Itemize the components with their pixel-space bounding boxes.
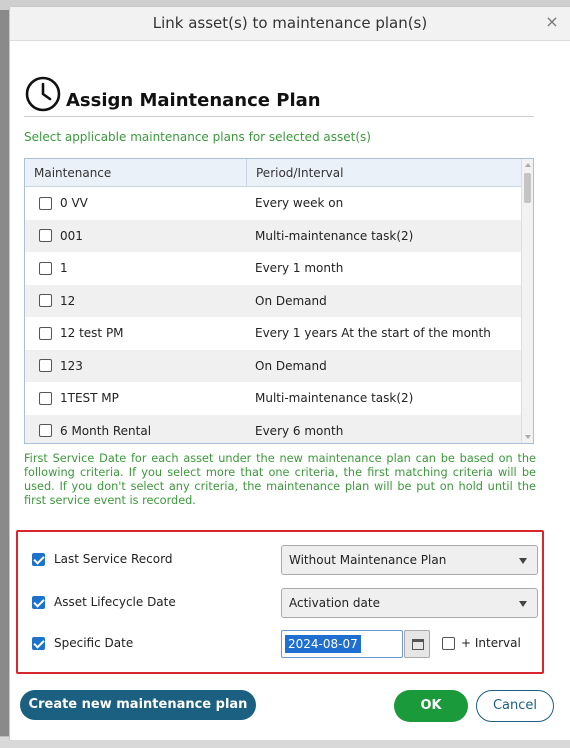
scroll-down-icon[interactable]: [525, 435, 531, 439]
chevron-down-icon: [519, 558, 527, 564]
cancel-button[interactable]: Cancel: [476, 690, 554, 722]
column-header-maintenance[interactable]: Maintenance: [25, 159, 247, 186]
maintenance-cell: 12: [25, 294, 247, 308]
period-cell: On Demand: [255, 358, 327, 373]
create-maintenance-plan-button[interactable]: Create new maintenance plan: [20, 690, 256, 720]
clock-icon: [25, 76, 61, 112]
row-checkbox[interactable]: [39, 229, 52, 243]
scroll-up-icon[interactable]: [525, 163, 531, 167]
table-scrollbar[interactable]: [521, 159, 533, 443]
column-header-period[interactable]: Period/Interval: [247, 159, 533, 186]
row-checkbox[interactable]: [39, 261, 52, 275]
criteria-info-text: First Service Date for each asset under …: [24, 452, 536, 507]
maintenance-cell: 001: [25, 229, 247, 243]
maintenance-cell: 1: [25, 261, 247, 275]
table-header: Maintenance Period/Interval: [25, 159, 533, 187]
last-service-label: Last Service Record: [54, 552, 173, 566]
specific-date-criterion: Specific Date: [32, 636, 133, 650]
last-service-select[interactable]: Without Maintenance Plan: [281, 545, 538, 575]
maintenance-name: 0 VV: [60, 196, 88, 211]
lifecycle-criterion: Asset Lifecycle Date: [32, 595, 176, 609]
last-service-select-value: Without Maintenance Plan: [289, 553, 447, 567]
table-row[interactable]: 1TEST MP Multi-maintenance task(2): [25, 382, 533, 415]
lifecycle-select[interactable]: Activation date: [281, 588, 538, 618]
table-row[interactable]: 12 test PM Every 1 years At the start of …: [25, 317, 533, 350]
period-cell: Every 6 month: [255, 423, 344, 438]
interval-checkbox[interactable]: [442, 636, 455, 650]
table-row[interactable]: 123 On Demand: [25, 349, 533, 382]
lifecycle-checkbox[interactable]: [32, 595, 45, 609]
page-title: Assign Maintenance Plan: [66, 89, 321, 111]
subtitle: Select applicable maintenance plans for …: [24, 130, 371, 144]
lifecycle-select-value: Activation date: [289, 596, 380, 610]
maintenance-name: 6 Month Rental: [60, 423, 152, 438]
specific-date-checkbox[interactable]: [32, 636, 45, 650]
maintenance-name: 12 test PM: [60, 326, 124, 341]
period-cell: Every 1 years At the start of the month: [255, 326, 491, 341]
maintenance-name: 123: [60, 358, 83, 373]
row-checkbox[interactable]: [39, 326, 52, 340]
chevron-down-icon: [519, 601, 527, 607]
close-icon[interactable]: ×: [544, 14, 560, 30]
maintenance-cell: 6 Month Rental: [25, 424, 247, 438]
table-row[interactable]: 12 On Demand: [25, 284, 533, 317]
first-service-criteria-box: Last Service Record Without Maintenance …: [16, 530, 544, 674]
specific-date-label: Specific Date: [54, 636, 134, 650]
table-row[interactable]: 001 Multi-maintenance task(2): [25, 219, 533, 252]
row-checkbox[interactable]: [39, 359, 52, 373]
maintenance-cell: 0 VV: [25, 196, 247, 210]
maintenance-name: 1: [60, 261, 68, 276]
maintenance-name: 001: [60, 228, 83, 243]
period-cell: Multi-maintenance task(2): [255, 228, 414, 243]
maintenance-name: 1TEST MP: [60, 391, 119, 406]
specific-date-input[interactable]: 2024-08-07: [281, 630, 403, 658]
dialog-title: Link asset(s) to maintenance plan(s): [152, 14, 428, 32]
dialog-titlebar: Link asset(s) to maintenance plan(s) ×: [10, 7, 570, 41]
calendar-button[interactable]: [404, 630, 430, 658]
row-checkbox[interactable]: [39, 391, 52, 405]
table-row[interactable]: 1 Every 1 month: [25, 252, 533, 285]
interval-label: + Interval: [461, 636, 521, 650]
ok-button[interactable]: OK: [394, 690, 468, 722]
table-row[interactable]: 6 Month Rental Every 6 month: [25, 414, 533, 443]
specific-date-value: 2024-08-07: [285, 635, 361, 653]
maintenance-name: 12: [60, 293, 76, 308]
last-service-checkbox[interactable]: [32, 552, 45, 566]
maintenance-cell: 1TEST MP: [25, 391, 247, 405]
heading-divider: [24, 116, 534, 117]
period-cell: On Demand: [255, 293, 327, 308]
section-heading: Assign Maintenance Plan: [24, 75, 321, 113]
last-service-criterion: Last Service Record: [32, 552, 172, 566]
interval-option: + Interval: [442, 636, 521, 650]
period-cell: Every week on: [255, 196, 344, 211]
maintenance-cell: 123: [25, 359, 247, 373]
row-checkbox[interactable]: [39, 424, 52, 438]
maintenance-plan-table: Maintenance Period/Interval 0 VV Every we…: [24, 158, 534, 444]
period-cell: Every 1 month: [255, 261, 344, 276]
period-cell: Multi-maintenance task(2): [255, 391, 414, 406]
scroll-thumb[interactable]: [524, 173, 531, 203]
table-row[interactable]: 0 VV Every week on: [25, 187, 533, 220]
calendar-icon: [412, 639, 424, 650]
row-checkbox[interactable]: [39, 196, 52, 210]
lifecycle-label: Asset Lifecycle Date: [54, 595, 176, 609]
row-checkbox[interactable]: [39, 294, 52, 308]
maintenance-cell: 12 test PM: [25, 326, 247, 340]
